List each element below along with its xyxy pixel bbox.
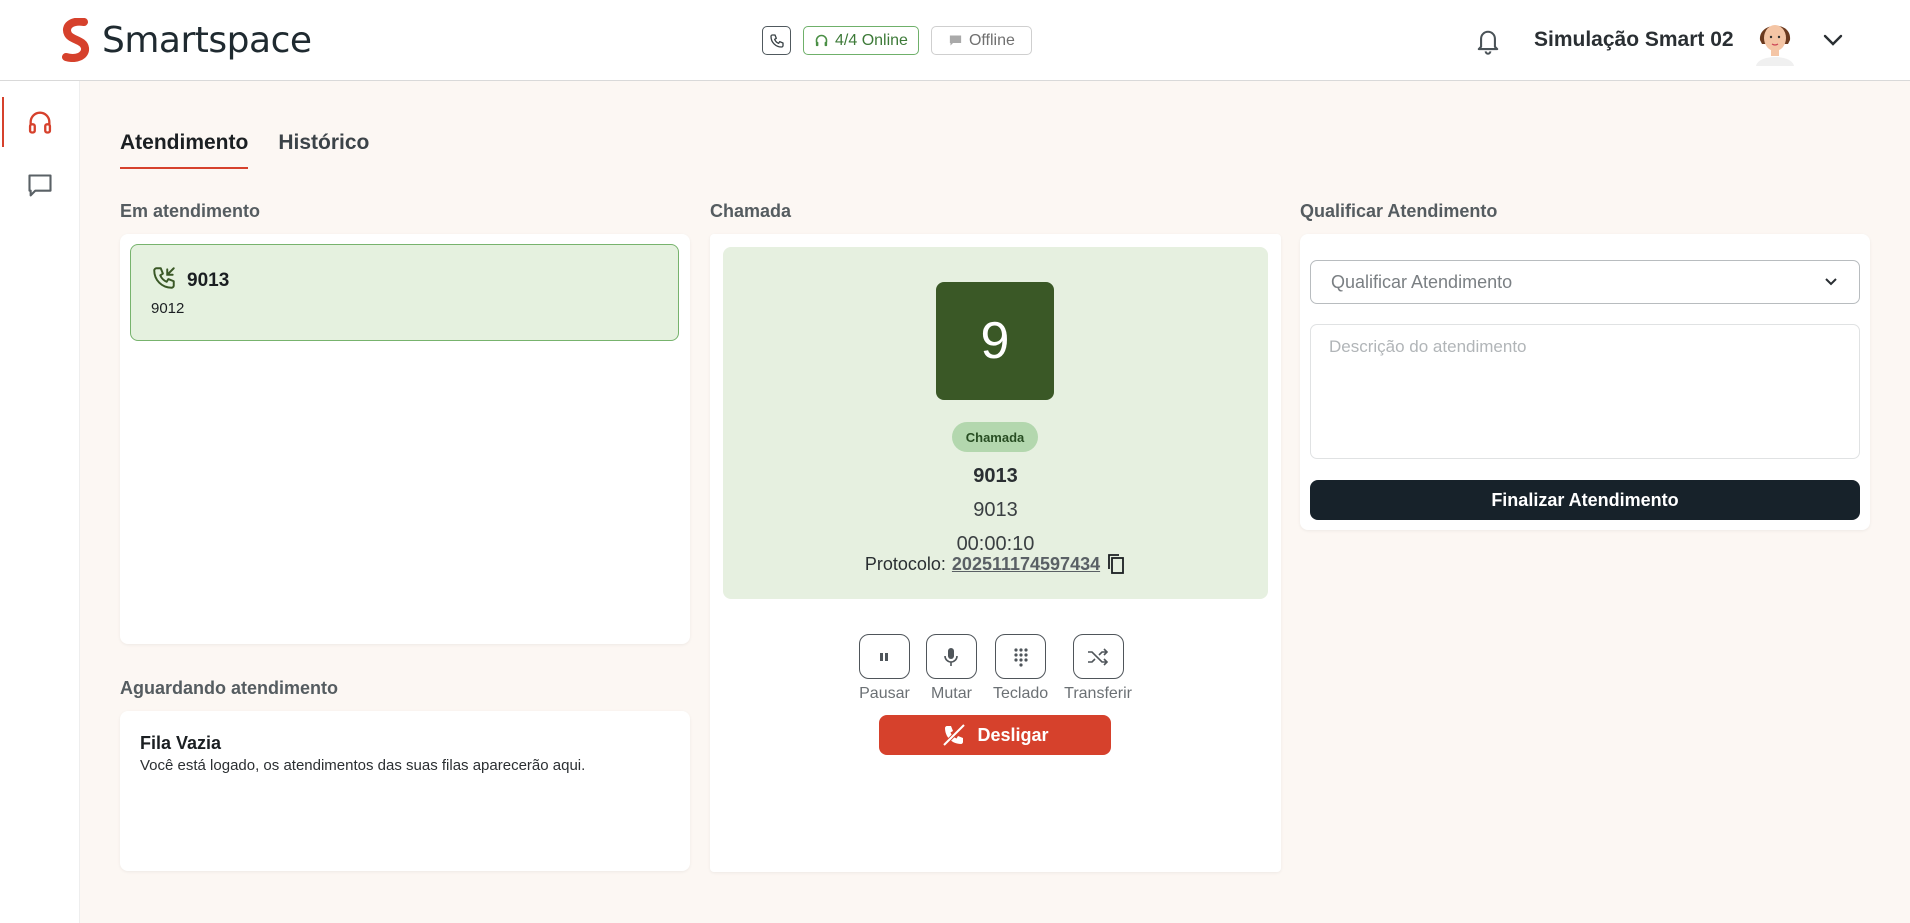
tab-atendimento[interactable]: Atendimento (120, 131, 249, 169)
chat-icon (28, 174, 52, 197)
tab-historico[interactable]: Histórico (278, 131, 369, 169)
call-sub-number: 9012 (151, 300, 185, 317)
empty-queue-message: Você está logado, os atendimentos das su… (140, 757, 586, 774)
tab-bar: Atendimento Histórico (120, 131, 369, 169)
active-call-item[interactable]: 9013 9012 (130, 244, 679, 341)
transfer-button[interactable] (1072, 634, 1124, 679)
chat-status-text: Offline (968, 31, 1015, 49)
pause-control: Pausar (858, 634, 910, 703)
caller-avatar: 9 (936, 282, 1054, 400)
smartspace-logo-icon (62, 18, 89, 62)
qualificar-select-value: Qualificar Atendimento (1331, 271, 1513, 292)
pause-label: Pausar (859, 685, 910, 702)
sidebar-item-chat[interactable] (0, 161, 80, 211)
pause-button[interactable] (858, 634, 910, 679)
status-group: 4/4 Online Offline (762, 26, 1032, 55)
aguardando-card: Fila Vazia Você está logado, os atendime… (120, 711, 690, 871)
call-type-badge: Chamada (952, 422, 1038, 452)
sidebar-item-atendimento[interactable] (0, 97, 80, 147)
hangup-label: Desligar (977, 724, 1049, 745)
incoming-call-icon (153, 267, 175, 289)
app-logo[interactable]: Smartspace (58, 18, 312, 62)
chamada-card: 9 Chamada 9013 9013 00:00:10 Protocolo: … (710, 234, 1281, 872)
headset-icon (815, 34, 828, 47)
call-info-panel: 9 Chamada 9013 9013 00:00:10 Protocolo: … (723, 247, 1268, 599)
chamada-title: Chamada (710, 201, 792, 221)
mute-control: Mutar (925, 634, 977, 703)
app-name: Smartspace (102, 19, 312, 61)
qualificar-select[interactable]: Qualificar Atendimento (1310, 260, 1860, 304)
main-content: Atendimento Histórico Em atendimento 901… (80, 81, 1910, 923)
transfer-label: Transferir (1064, 685, 1132, 702)
aguardando-title: Aguardando atendimento (120, 678, 339, 698)
hangup-phone-icon (943, 723, 966, 747)
top-header: Smartspace 4/4 Online Offline Simulação … (0, 0, 1910, 81)
keypad-label: Teclado (992, 685, 1049, 702)
protocol-value[interactable]: 202511174597434 (952, 554, 1100, 575)
notification-bell-icon[interactable] (1474, 26, 1502, 56)
protocol-row: Protocolo: 202511174597434 (723, 553, 1268, 575)
microphone-icon (944, 647, 959, 666)
call-number: 9013 (187, 270, 230, 291)
qualificar-title: Qualificar Atendimento (1300, 201, 1498, 221)
finalizar-button[interactable]: Finalizar Atendimento (1310, 480, 1860, 520)
call-controls: Pausar Mutar Teclado Transferir (710, 634, 1281, 703)
description-field[interactable] (1310, 324, 1860, 459)
user-name[interactable]: Simulação Smart 02 (1534, 28, 1734, 52)
transfer-icon (1088, 647, 1109, 666)
chevron-down-icon[interactable] (1822, 30, 1844, 50)
phone-icon (769, 33, 784, 48)
chat-status-badge[interactable]: Offline (930, 26, 1032, 55)
empty-queue-title: Fila Vazia (140, 733, 222, 753)
sidebar (0, 81, 80, 923)
keypad-control: Teclado (993, 634, 1048, 703)
protocol-label: Protocolo: (864, 553, 946, 574)
mute-label: Mutar (931, 685, 972, 702)
user-avatar[interactable] (1752, 14, 1798, 66)
caller-number: 9013 (973, 499, 1018, 521)
em-atendimento-title: Em atendimento (120, 201, 261, 221)
hangup-button[interactable]: Desligar (879, 715, 1111, 755)
copy-icon[interactable] (1106, 553, 1126, 575)
em-atendimento-card: 9013 9012 (120, 234, 690, 644)
headset-icon (28, 111, 52, 134)
pause-icon (880, 652, 889, 661)
keypad-icon (1013, 647, 1028, 667)
keypad-button[interactable] (995, 634, 1047, 679)
chevron-down-icon (1825, 278, 1837, 286)
caller-name: 9013 (973, 465, 1018, 487)
mute-button[interactable] (925, 634, 977, 679)
online-status-text: 4/4 Online (835, 31, 908, 49)
phone-status-button[interactable] (762, 26, 791, 55)
online-status-badge[interactable]: 4/4 Online (803, 26, 919, 55)
qualificar-card: Qualificar Atendimento Finalizar Atendim… (1300, 234, 1870, 530)
chat-icon (949, 35, 962, 46)
transfer-control: Transferir (1064, 634, 1132, 703)
